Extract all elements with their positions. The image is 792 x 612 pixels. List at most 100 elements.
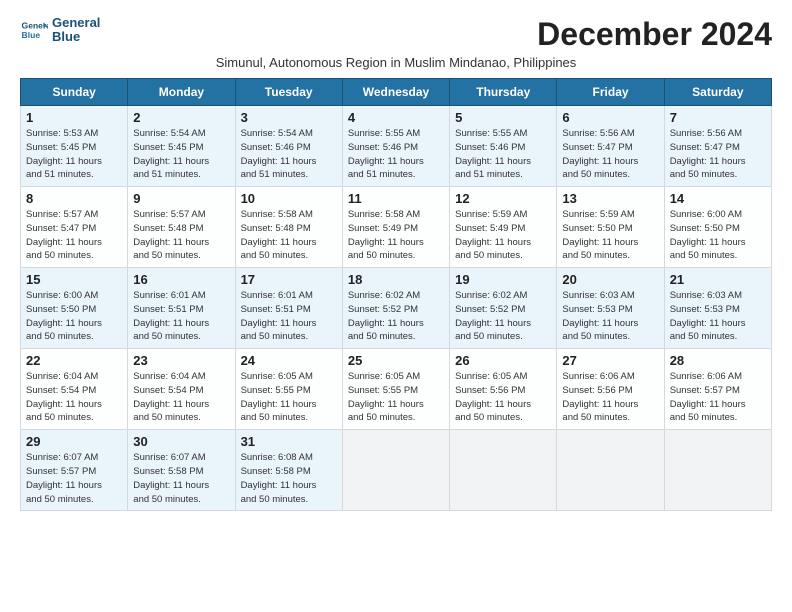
day-number: 15	[26, 272, 122, 287]
day-number: 6	[562, 110, 658, 125]
day-number: 30	[133, 434, 229, 449]
day-detail: Sunrise: 6:04 AMSunset: 5:54 PMDaylight:…	[26, 370, 122, 425]
calendar-cell: 7 Sunrise: 5:56 AMSunset: 5:47 PMDaylight…	[664, 106, 771, 187]
day-number: 29	[26, 434, 122, 449]
day-number: 20	[562, 272, 658, 287]
day-header-monday: Monday	[128, 79, 235, 106]
week-row-4: 22 Sunrise: 6:04 AMSunset: 5:54 PMDayligh…	[21, 349, 772, 430]
calendar-cell	[557, 430, 664, 511]
day-detail: Sunrise: 5:55 AMSunset: 5:46 PMDaylight:…	[348, 127, 444, 182]
day-number: 9	[133, 191, 229, 206]
day-number: 1	[26, 110, 122, 125]
day-detail: Sunrise: 6:08 AMSunset: 5:58 PMDaylight:…	[241, 451, 337, 506]
day-detail: Sunrise: 6:00 AMSunset: 5:50 PMDaylight:…	[670, 208, 766, 263]
calendar-cell: 3 Sunrise: 5:54 AMSunset: 5:46 PMDaylight…	[235, 106, 342, 187]
week-row-3: 15 Sunrise: 6:00 AMSunset: 5:50 PMDayligh…	[21, 268, 772, 349]
day-header-thursday: Thursday	[450, 79, 557, 106]
calendar-cell: 24Sunrise: 6:05 AMSunset: 5:55 PMDayligh…	[235, 349, 342, 430]
calendar-cell: 2Sunrise: 5:54 AMSunset: 5:45 PMDaylight…	[128, 106, 235, 187]
day-detail: Sunrise: 5:53 AMSunset: 5:45 PMDaylight:…	[26, 127, 122, 182]
calendar-title: December 2024	[537, 16, 772, 53]
svg-text:Blue: Blue	[22, 30, 41, 40]
day-detail: Sunrise: 6:02 AMSunset: 5:52 PMDaylight:…	[348, 289, 444, 344]
day-detail: Sunrise: 6:00 AMSunset: 5:50 PMDaylight:…	[26, 289, 122, 344]
day-detail: Sunrise: 6:07 AMSunset: 5:58 PMDaylight:…	[133, 451, 229, 506]
day-number: 3	[241, 110, 337, 125]
calendar-cell: 17Sunrise: 6:01 AMSunset: 5:51 PMDayligh…	[235, 268, 342, 349]
day-detail: Sunrise: 6:01 AMSunset: 5:51 PMDaylight:…	[133, 289, 229, 344]
day-number: 18	[348, 272, 444, 287]
day-number: 8	[26, 191, 122, 206]
calendar-cell: 20Sunrise: 6:03 AMSunset: 5:53 PMDayligh…	[557, 268, 664, 349]
day-number: 17	[241, 272, 337, 287]
location-subtitle: Simunul, Autonomous Region in Muslim Min…	[20, 55, 772, 70]
day-number: 16	[133, 272, 229, 287]
day-header-friday: Friday	[557, 79, 664, 106]
day-number: 22	[26, 353, 122, 368]
calendar-cell: 13 Sunrise: 5:59 AMSunset: 5:50 PMDayligh…	[557, 187, 664, 268]
day-detail: Sunrise: 5:54 AMSunset: 5:46 PMDaylight:…	[241, 127, 337, 182]
logo-icon: General Blue	[20, 16, 48, 44]
day-number: 25	[348, 353, 444, 368]
day-detail: Sunrise: 5:59 AMSunset: 5:50 PMDaylight:…	[562, 208, 658, 263]
calendar-cell: 1 Sunrise: 5:53 AMSunset: 5:45 PMDaylight…	[21, 106, 128, 187]
day-header-row: SundayMondayTuesdayWednesdayThursdayFrid…	[21, 79, 772, 106]
logo-line2: Blue	[52, 30, 100, 44]
calendar-cell: 29 Sunrise: 6:07 AMSunset: 5:57 PMDayligh…	[21, 430, 128, 511]
day-header-tuesday: Tuesday	[235, 79, 342, 106]
day-detail: Sunrise: 5:54 AMSunset: 5:45 PMDaylight:…	[133, 127, 229, 182]
calendar-cell: 30 Sunrise: 6:07 AMSunset: 5:58 PMDayligh…	[128, 430, 235, 511]
day-detail: Sunrise: 5:56 AMSunset: 5:47 PMDaylight:…	[562, 127, 658, 182]
day-detail: Sunrise: 6:05 AMSunset: 5:55 PMDaylight:…	[348, 370, 444, 425]
day-detail: Sunrise: 6:02 AMSunset: 5:52 PMDaylight:…	[455, 289, 551, 344]
day-number: 14	[670, 191, 766, 206]
calendar-cell: 25 Sunrise: 6:05 AMSunset: 5:55 PMDayligh…	[342, 349, 449, 430]
day-number: 11	[348, 191, 444, 206]
calendar-cell: 23Sunrise: 6:04 AMSunset: 5:54 PMDayligh…	[128, 349, 235, 430]
calendar-cell: 10 Sunrise: 5:58 AMSunset: 5:48 PMDayligh…	[235, 187, 342, 268]
calendar-cell: 16 Sunrise: 6:01 AMSunset: 5:51 PMDayligh…	[128, 268, 235, 349]
calendar-cell: 22 Sunrise: 6:04 AMSunset: 5:54 PMDayligh…	[21, 349, 128, 430]
day-header-saturday: Saturday	[664, 79, 771, 106]
calendar-cell: 27Sunrise: 6:06 AMSunset: 5:56 PMDayligh…	[557, 349, 664, 430]
day-number: 10	[241, 191, 337, 206]
day-number: 21	[670, 272, 766, 287]
day-detail: Sunrise: 5:56 AMSunset: 5:47 PMDaylight:…	[670, 127, 766, 182]
calendar-cell: 5Sunrise: 5:55 AMSunset: 5:46 PMDaylight…	[450, 106, 557, 187]
day-number: 27	[562, 353, 658, 368]
day-number: 28	[670, 353, 766, 368]
day-number: 4	[348, 110, 444, 125]
calendar-cell	[342, 430, 449, 511]
calendar-cell: 9Sunrise: 5:57 AMSunset: 5:48 PMDaylight…	[128, 187, 235, 268]
day-number: 24	[241, 353, 337, 368]
day-header-wednesday: Wednesday	[342, 79, 449, 106]
day-number: 19	[455, 272, 551, 287]
day-detail: Sunrise: 6:03 AMSunset: 5:53 PMDaylight:…	[670, 289, 766, 344]
day-number: 31	[241, 434, 337, 449]
day-detail: Sunrise: 6:05 AMSunset: 5:56 PMDaylight:…	[455, 370, 551, 425]
day-number: 13	[562, 191, 658, 206]
day-detail: Sunrise: 5:59 AMSunset: 5:49 PMDaylight:…	[455, 208, 551, 263]
day-number: 7	[670, 110, 766, 125]
calendar-cell: 4 Sunrise: 5:55 AMSunset: 5:46 PMDaylight…	[342, 106, 449, 187]
calendar-cell: 19 Sunrise: 6:02 AMSunset: 5:52 PMDayligh…	[450, 268, 557, 349]
day-number: 23	[133, 353, 229, 368]
day-number: 12	[455, 191, 551, 206]
day-number: 26	[455, 353, 551, 368]
day-detail: Sunrise: 5:58 AMSunset: 5:48 PMDaylight:…	[241, 208, 337, 263]
day-detail: Sunrise: 5:57 AMSunset: 5:47 PMDaylight:…	[26, 208, 122, 263]
day-detail: Sunrise: 6:06 AMSunset: 5:57 PMDaylight:…	[670, 370, 766, 425]
logo-line1: General	[52, 16, 100, 30]
day-detail: Sunrise: 6:07 AMSunset: 5:57 PMDaylight:…	[26, 451, 122, 506]
week-row-5: 29 Sunrise: 6:07 AMSunset: 5:57 PMDayligh…	[21, 430, 772, 511]
calendar-cell	[450, 430, 557, 511]
calendar-cell: 28 Sunrise: 6:06 AMSunset: 5:57 PMDayligh…	[664, 349, 771, 430]
month-year: December 2024	[537, 16, 772, 53]
week-row-2: 8 Sunrise: 5:57 AMSunset: 5:47 PMDaylight…	[21, 187, 772, 268]
calendar-cell: 11Sunrise: 5:58 AMSunset: 5:49 PMDayligh…	[342, 187, 449, 268]
calendar-cell	[664, 430, 771, 511]
calendar-cell: 12 Sunrise: 5:59 AMSunset: 5:49 PMDayligh…	[450, 187, 557, 268]
calendar-body: 1 Sunrise: 5:53 AMSunset: 5:45 PMDaylight…	[21, 106, 772, 511]
calendar-cell: 6 Sunrise: 5:56 AMSunset: 5:47 PMDaylight…	[557, 106, 664, 187]
day-header-sunday: Sunday	[21, 79, 128, 106]
